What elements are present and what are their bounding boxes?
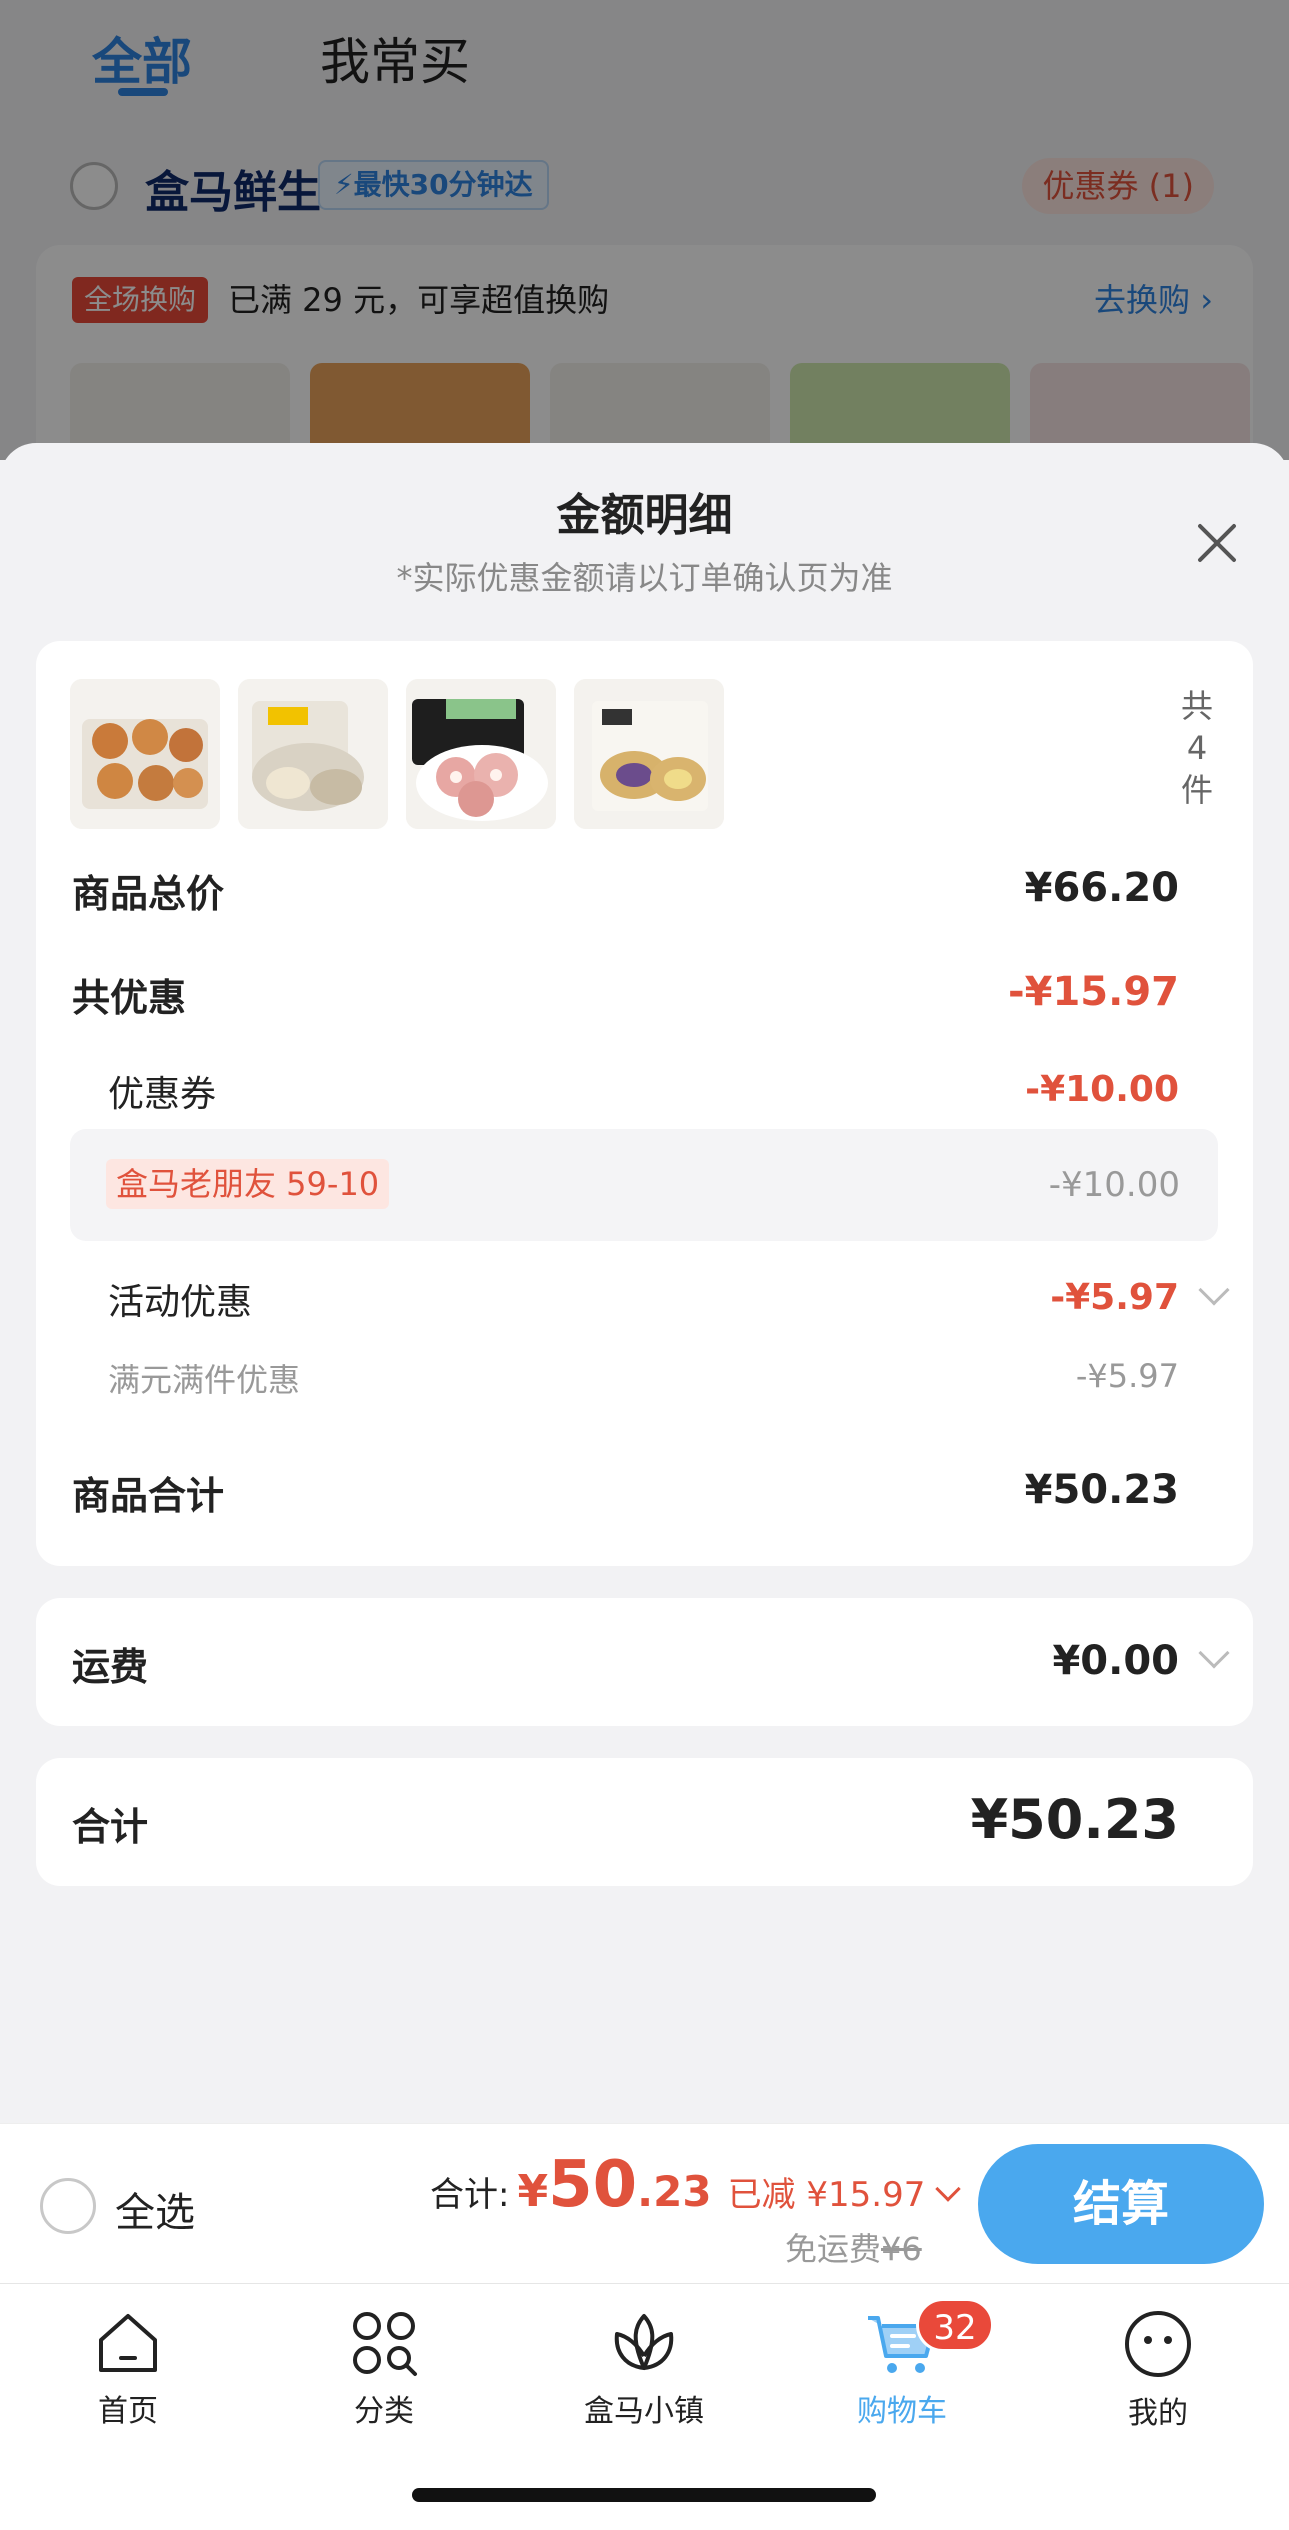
- original-shipping-fee: ¥6: [881, 2230, 922, 2268]
- sum-integer: 50: [548, 2148, 638, 2222]
- pork-tray-image: [406, 679, 556, 829]
- coupon-name-value: -¥10.00: [1048, 1165, 1180, 1205]
- flatbread-pack-image: [574, 679, 724, 829]
- sum-label: 合计:: [430, 2175, 510, 2215]
- town-icon: [614, 2314, 674, 2370]
- free-shipping-note: 免运费¥6: [785, 2224, 922, 2270]
- modal-overlay[interactable]: [0, 0, 1289, 460]
- tab-category[interactable]: 分类: [294, 2294, 474, 2444]
- product-thumbnail: [70, 679, 220, 829]
- item-count-suffix: 件: [1180, 771, 1213, 809]
- reduced-amount[interactable]: 已减 ¥15.97: [728, 2175, 926, 2215]
- cookie-tray-image: [70, 679, 220, 829]
- tab-town[interactable]: 盒马小镇: [554, 2294, 734, 2444]
- activity-sub-label: 满元满件优惠: [108, 1361, 301, 1399]
- free-shipping-label: 免运费: [785, 2230, 882, 2268]
- coupon-detail-box: 盒马老朋友 59-10 -¥10.00: [70, 1129, 1218, 1241]
- category-icon: [353, 2312, 417, 2376]
- checkout-sum: 合计: ¥50.23 已减 ¥15.97: [430, 2148, 962, 2222]
- item-count-number: 4: [1186, 729, 1208, 767]
- bun-pack-image: [238, 679, 388, 829]
- discount-value: -¥15.97: [1008, 969, 1179, 1015]
- subtotal-label: 商品总价: [72, 872, 225, 916]
- amount-detail-sheet: 金额明细 *实际优惠金额请以订单确认页为准 共 4 件 商品总价 ¥66.20 …: [0, 443, 1289, 2123]
- tab-home[interactable]: 首页: [38, 2294, 218, 2444]
- subtotal-value: ¥66.20: [1024, 865, 1179, 911]
- discount-label: 共优惠: [72, 976, 187, 1020]
- price-breakdown-card: 共 4 件 商品总价 ¥66.20 共优惠 -¥15.97 优惠券 -¥10.0…: [36, 641, 1253, 1566]
- coupon-value: -¥10.00: [1025, 1069, 1179, 1110]
- tab-label: 首页: [98, 2394, 158, 2429]
- shipping-value: ¥0.00: [1052, 1638, 1179, 1684]
- checkout-button[interactable]: 结算: [978, 2144, 1264, 2264]
- tab-profile[interactable]: 我的: [1068, 2294, 1248, 2444]
- item-count-prefix: 共: [1180, 687, 1213, 725]
- tab-label: 我的: [1128, 2396, 1188, 2431]
- goods-total-label: 商品合计: [72, 1474, 225, 1518]
- goods-total-value: ¥50.23: [1024, 1467, 1179, 1513]
- shipping-card[interactable]: 运费 ¥0.00: [36, 1598, 1253, 1726]
- chevron-down-icon[interactable]: [1198, 1274, 1230, 1306]
- profile-icon: [1125, 2311, 1191, 2377]
- checkout-bar: 全选 合计: ¥50.23 已减 ¥15.97 免运费¥6 结算: [0, 2123, 1289, 2283]
- tab-cart[interactable]: 购物车 32: [812, 2294, 994, 2444]
- product-thumbnail: [406, 679, 556, 829]
- select-all-radio[interactable]: [40, 2178, 96, 2234]
- shipping-label: 运费: [72, 1645, 149, 1689]
- sheet-title: 金额明细: [556, 490, 733, 541]
- sum-decimal: .23: [637, 2167, 712, 2216]
- home-icon: [99, 2314, 157, 2372]
- activity-label: 活动优惠: [108, 1282, 253, 1323]
- item-count: 共 4 件: [1177, 685, 1217, 811]
- tab-label: 盒马小镇: [584, 2394, 704, 2429]
- total-value: ¥50.23: [970, 1788, 1179, 1851]
- cart-count-badge: 32: [916, 2298, 994, 2352]
- chevron-down-icon[interactable]: [935, 2176, 962, 2202]
- sum-currency: ¥: [517, 2166, 549, 2217]
- home-indicator: [412, 2488, 876, 2502]
- activity-value[interactable]: -¥5.97: [1050, 1277, 1179, 1318]
- coupon-name: 盒马老朋友 59-10: [106, 1159, 390, 1209]
- select-all-label[interactable]: 全选: [115, 2180, 195, 2238]
- close-icon[interactable]: [1195, 521, 1239, 565]
- tab-label: 分类: [354, 2394, 414, 2429]
- chevron-down-icon[interactable]: [1198, 1637, 1230, 1669]
- product-thumbnail: [238, 679, 388, 829]
- total-label: 合计: [72, 1805, 149, 1849]
- sheet-subtitle: *实际优惠金额请以订单确认页为准: [396, 559, 893, 597]
- total-card: 合计 ¥50.23: [36, 1758, 1253, 1886]
- tab-label: 购物车: [857, 2394, 947, 2429]
- product-thumbnail: [574, 679, 724, 829]
- activity-sub-value: -¥5.97: [1075, 1357, 1179, 1395]
- coupon-label: 优惠券: [108, 1074, 217, 1115]
